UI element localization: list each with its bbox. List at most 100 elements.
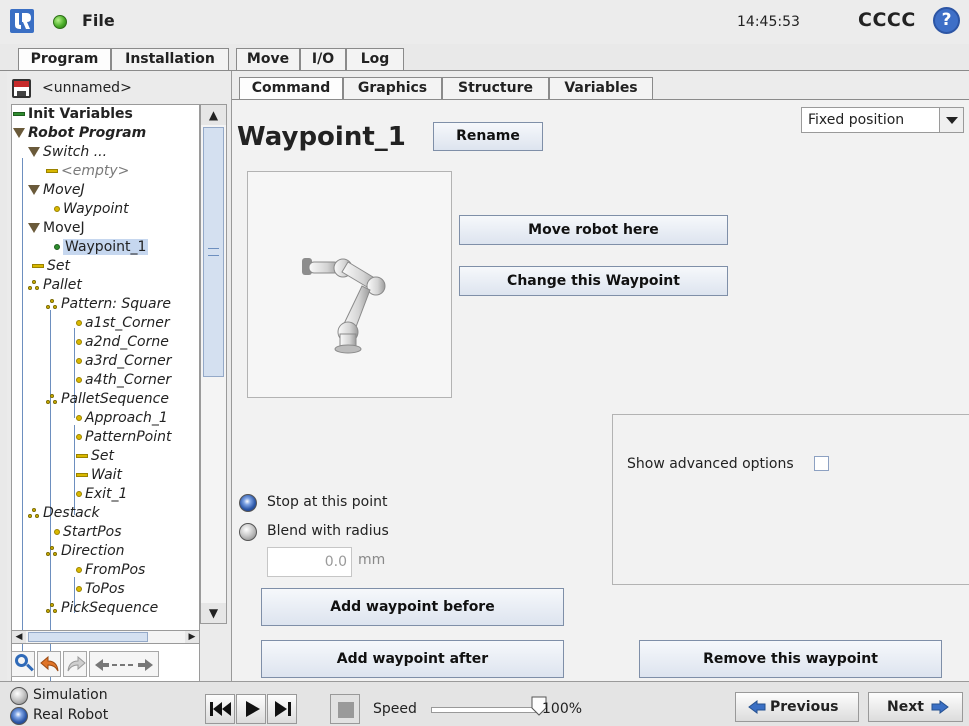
show-advanced-checkbox[interactable]	[814, 456, 829, 471]
advanced-options-box: Show advanced options	[612, 414, 969, 585]
waypoint-icon	[54, 529, 60, 535]
waypoint-icon	[76, 358, 82, 364]
horizontal-scroll-thumb[interactable]	[28, 632, 148, 642]
tab-variables[interactable]: Variables	[549, 77, 653, 99]
tree-node-corner-3[interactable]: a3rd_Corner	[76, 352, 171, 371]
pallet-icon	[46, 602, 58, 614]
add-waypoint-before-button[interactable]: Add waypoint before	[261, 588, 564, 626]
command-content: Waypoint_1 Rename Fixed position Move ro…	[232, 100, 969, 681]
tree-node-waypoint-1[interactable]: Waypoint_1	[54, 238, 149, 257]
blend-radius-input[interactable]: 0.0	[267, 547, 352, 577]
undo-icon[interactable]	[37, 651, 61, 677]
tree-node-movej[interactable]: MoveJ	[28, 181, 85, 200]
waypoint-icon	[54, 206, 60, 212]
position-type-select[interactable]: Fixed position	[801, 107, 964, 133]
stop-at-point-label: Stop at this point	[267, 494, 388, 510]
save-icon[interactable]	[12, 79, 31, 98]
tree-node-robot-program[interactable]: Robot Program	[13, 124, 146, 143]
expand-icon	[28, 147, 40, 157]
tree-node-pallet[interactable]: Pallet	[28, 276, 82, 295]
tab-move[interactable]: Move	[236, 48, 300, 70]
program-tree-panel: <unnamed> Init Variables Robot Program S…	[7, 71, 231, 688]
stop-icon[interactable]	[330, 694, 360, 724]
tree-node-empty[interactable]: <empty>	[46, 162, 129, 181]
redo-icon[interactable]	[63, 651, 87, 677]
scroll-up-arrow-icon[interactable]: ▲	[201, 105, 226, 125]
move-node-icon[interactable]	[89, 651, 159, 677]
tab-log[interactable]: Log	[346, 48, 404, 70]
tree-node-direction[interactable]: Direction	[46, 542, 125, 561]
speed-label: Speed	[373, 701, 417, 717]
speed-value: 100%	[542, 701, 583, 717]
tree-node-to-pos[interactable]: ToPos	[76, 580, 125, 599]
scroll-left-arrow-icon[interactable]: ◀	[12, 631, 26, 643]
tree-vertical-scrollbar[interactable]: ▲ ▼	[200, 104, 227, 624]
tree-node-pattern[interactable]: Pattern: Square	[46, 295, 171, 314]
tree-node-approach[interactable]: Approach_1	[76, 409, 168, 428]
tree-node-waypoint[interactable]: Waypoint	[54, 200, 129, 219]
tab-io[interactable]: I/O	[300, 48, 346, 70]
vertical-scroll-thumb[interactable]	[203, 127, 224, 377]
waypoint-icon	[76, 567, 82, 573]
tree-node-pattern-point[interactable]: PatternPoint	[76, 428, 172, 447]
tree-horizontal-scrollbar[interactable]: ◀ ▶	[11, 630, 200, 644]
tree-node-exit[interactable]: Exit_1	[76, 485, 127, 504]
chevron-down-icon[interactable]	[939, 108, 963, 132]
program-node-panel: Command Graphics Structure Variables Way…	[231, 71, 969, 681]
tree-node-wait[interactable]: Wait	[76, 466, 122, 485]
real-robot-radio[interactable]	[10, 707, 28, 725]
next-button[interactable]: Next	[868, 692, 963, 722]
scroll-right-arrow-icon[interactable]: ▶	[185, 631, 199, 643]
change-waypoint-button[interactable]: Change this Waypoint	[459, 266, 728, 296]
stop-at-point-radio[interactable]	[239, 494, 257, 512]
simulation-radio[interactable]	[10, 687, 28, 705]
tree-node-movej-2[interactable]: MoveJ	[28, 219, 85, 238]
add-waypoint-after-button[interactable]: Add waypoint after	[261, 640, 564, 678]
tree-node-corner-4[interactable]: a4th_Corner	[76, 371, 171, 390]
file-menu[interactable]: File	[82, 11, 115, 30]
remove-waypoint-button[interactable]: Remove this waypoint	[639, 640, 942, 678]
set-icon	[32, 264, 44, 268]
step-icon[interactable]	[267, 694, 297, 724]
waypoint-icon	[76, 491, 82, 497]
play-icon[interactable]	[236, 694, 266, 724]
expand-icon	[28, 185, 40, 195]
waypoint-icon	[76, 320, 82, 326]
tree-node-pick-sequence[interactable]: PickSequence	[46, 599, 158, 618]
skip-back-icon[interactable]	[205, 694, 235, 724]
waypoint-icon	[76, 586, 82, 592]
tree-connector	[74, 425, 75, 515]
tree-node-set-2[interactable]: Set	[76, 447, 114, 466]
tree-node-init-variables[interactable]: Init Variables	[13, 105, 133, 124]
tree-node-corner-2[interactable]: a2nd_Corne	[76, 333, 169, 352]
pallet-icon	[46, 298, 58, 310]
expand-icon	[28, 223, 40, 233]
move-robot-here-button[interactable]: Move robot here	[459, 215, 728, 245]
robot-arm-icon	[302, 258, 386, 354]
tab-structure[interactable]: Structure	[442, 77, 549, 99]
program-tree[interactable]: Init Variables Robot Program Switch ... …	[11, 104, 200, 688]
tree-node-destack[interactable]: Destack	[28, 504, 100, 523]
pallet-icon	[46, 545, 58, 557]
speed-slider[interactable]	[431, 707, 539, 713]
scroll-down-arrow-icon[interactable]: ▼	[201, 603, 226, 623]
title-bar: File 14:45:53 CCCC ?	[0, 0, 969, 44]
previous-button[interactable]: Previous	[735, 692, 859, 722]
blend-radius-radio[interactable]	[239, 523, 257, 541]
tree-node-switch[interactable]: Switch ...	[28, 143, 107, 162]
tab-command[interactable]: Command	[239, 77, 343, 99]
tab-graphics[interactable]: Graphics	[343, 77, 442, 99]
tree-node-set[interactable]: Set	[32, 257, 70, 276]
search-icon[interactable]	[11, 651, 35, 677]
robot-name: CCCC	[858, 9, 916, 31]
tab-installation[interactable]: Installation	[111, 48, 229, 70]
blend-radius-value: 0.0	[324, 554, 347, 570]
waypoint-icon	[76, 377, 82, 383]
tree-node-pallet-sequence[interactable]: PalletSequence	[46, 390, 169, 409]
tree-node-start-pos[interactable]: StartPos	[54, 523, 122, 542]
help-icon[interactable]: ?	[933, 7, 960, 34]
tab-program[interactable]: Program	[18, 48, 111, 72]
tree-node-corner-1[interactable]: a1st_Corner	[76, 314, 170, 333]
tree-node-from-pos[interactable]: FromPos	[76, 561, 145, 580]
rename-button[interactable]: Rename	[433, 122, 543, 151]
